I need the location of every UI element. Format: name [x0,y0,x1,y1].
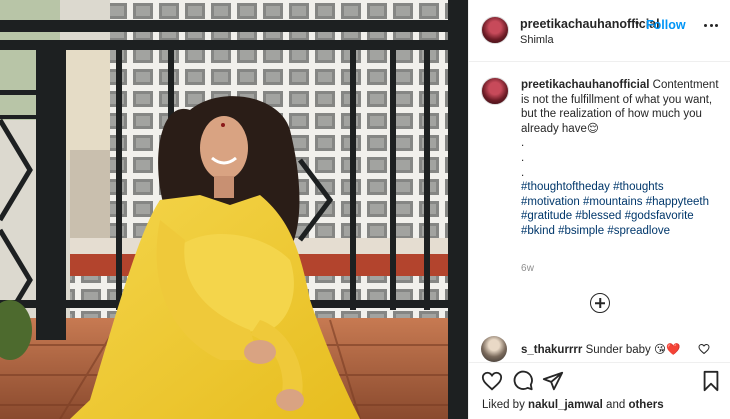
heart-icon[interactable] [481,370,503,392]
hashtag-link[interactable]: #bkind [521,225,555,237]
comment-row: s_thakurrrr Sunder baby 😘❤️ [469,336,730,362]
action-bar: Liked by nakul_jamwal and others [469,362,730,419]
caption-dot: . [521,137,525,150]
hashtag-line: #gratitude #blessed #godsfavorite [521,209,721,224]
post-caption: preetikachauhanofficial Contentment is n… [521,78,721,239]
hashtag-line: #thoughtoftheday #thoughts [521,180,721,195]
hashtag-link[interactable]: #mountains [583,196,642,208]
hashtag-link[interactable]: #blessed [575,210,621,222]
hashtag-link[interactable]: #thoughtoftheday [521,181,610,193]
likes-prefix: Liked by [482,399,525,411]
load-more-comments-icon[interactable] [590,293,610,313]
hashtag-link[interactable]: #thoughts [613,181,664,193]
comment-text-wrap: s_thakurrrr Sunder baby 😘❤️ [521,342,680,356]
caption-dot: . [521,151,525,164]
liker-username[interactable]: nakul_jamwal [528,399,603,411]
post-sidebar: preetikachauhanofficial • Follow Shimla … [468,0,730,419]
caption-avatar[interactable] [481,77,509,105]
paper-plane-icon[interactable] [542,370,564,392]
hashtag-link[interactable]: #gratitude [521,210,572,222]
bookmark-icon[interactable] [700,370,722,392]
more-options-icon[interactable] [704,22,718,28]
hashtag-link[interactable]: #spreadlove [607,225,670,237]
post-header: preetikachauhanofficial • Follow Shimla [469,0,730,62]
hashtag-link[interactable]: #godsfavorite [625,210,694,222]
hashtag-line: #motivation #mountains #happyteeth [521,195,721,210]
caption-dot: . [521,166,525,179]
comment-bubble-icon[interactable] [512,370,534,392]
likes-and: and [606,399,626,411]
likes-summary: Liked by nakul_jamwal and others [482,399,664,411]
caption-username[interactable]: preetikachauhanofficial [521,79,649,91]
post-photo-illustration [0,0,468,419]
hashtag-line: #bkind #bsimple #spreadlove [521,224,721,239]
caption-section: preetikachauhanofficial Contentment is n… [469,62,730,332]
commenter-username[interactable]: s_thakurrrr [521,344,582,356]
author-avatar[interactable] [481,16,509,44]
hashtag-link[interactable]: #happyteeth [646,196,709,208]
heart-outline-icon[interactable] [698,343,710,355]
commenter-avatar[interactable] [481,336,507,362]
post-photo[interactable] [0,0,468,419]
header-separator: • [635,16,640,30]
follow-button[interactable]: Follow [646,18,686,32]
likes-others-link[interactable]: others [628,399,663,411]
comment-text: Sunder baby 😘❤️ [585,344,681,356]
hashtag-link[interactable]: #bsimple [558,225,604,237]
post-location[interactable]: Shimla [520,34,554,46]
hashtag-link[interactable]: #motivation [521,196,580,208]
post-age[interactable]: 6w [521,263,534,274]
